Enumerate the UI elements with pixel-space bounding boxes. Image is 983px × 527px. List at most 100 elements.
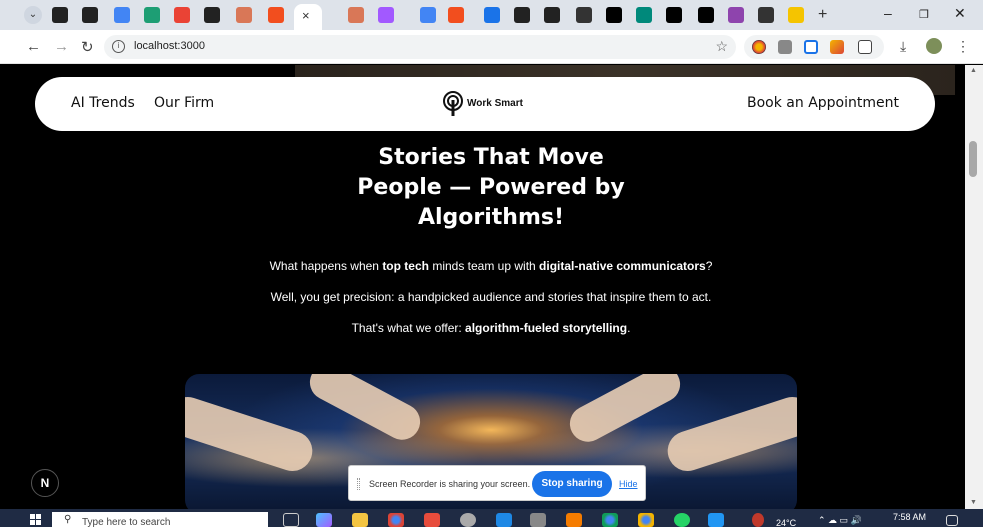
github-icon[interactable] (82, 7, 98, 23)
badge-icon[interactable] (788, 7, 804, 23)
close-window-button[interactable]: ✕ (954, 5, 966, 22)
figma-icon[interactable] (268, 7, 284, 23)
claude-icon[interactable] (236, 7, 252, 23)
taskbar-search[interactable]: ⚲ Type here to search (52, 512, 268, 527)
record-icon[interactable] (804, 40, 818, 54)
weather-icon[interactable] (752, 513, 764, 527)
task-view-icon[interactable] (283, 513, 299, 527)
google-icon[interactable] (420, 7, 436, 23)
scroll-down-icon[interactable]: ▼ (970, 499, 977, 506)
gmail-icon[interactable] (174, 7, 190, 23)
reload-button[interactable]: ↻ (81, 38, 94, 56)
image-icon[interactable] (484, 7, 500, 23)
shield-icon[interactable] (576, 7, 592, 23)
scroll-up-icon[interactable]: ▲ (970, 67, 977, 74)
settings-icon[interactable] (460, 513, 476, 527)
intro-paragraph-2: Well, you get precision: a handpicked au… (270, 290, 712, 304)
camera-icon[interactable] (778, 40, 792, 54)
kebab-menu-icon[interactable]: ⋮ (956, 38, 970, 55)
file-explorer-icon[interactable] (352, 513, 368, 527)
site-navbar: AI Trends Our Firm Work Smart Book an Ap… (35, 77, 935, 131)
nav-our-firm-link[interactable]: Our Firm (154, 95, 214, 111)
chatgpt-icon[interactable] (52, 7, 68, 23)
scroll-thumb[interactable] (969, 141, 977, 177)
headline-line-3: Algorithms! (417, 205, 565, 230)
p1-bold-communicators: digital-native communicators (539, 259, 706, 273)
forward-button[interactable]: → (54, 38, 69, 55)
taskbar-search-placeholder: Type here to search (82, 517, 171, 527)
github-icon[interactable] (204, 7, 220, 23)
drag-handle-icon[interactable] (357, 478, 360, 490)
bracket-icon[interactable] (728, 7, 744, 23)
tab-strip: ⌄ × + – ❐ ✕ (0, 0, 983, 30)
url-text[interactable]: localhost:3000 (134, 40, 205, 52)
app-icon[interactable] (708, 513, 724, 527)
close-icon[interactable]: × (302, 8, 310, 23)
chrome-icon[interactable] (638, 513, 654, 527)
tray-icons[interactable]: ⌃ ☁ ▭ 🔊 (818, 515, 862, 526)
meet-icon[interactable] (636, 7, 652, 23)
notifications-icon[interactable] (946, 515, 958, 526)
shield-icon[interactable] (758, 7, 774, 23)
new-tab-button[interactable]: + (818, 6, 827, 24)
claude-icon[interactable] (348, 7, 364, 23)
download-icon[interactable]: ⤓ (900, 38, 906, 55)
p1-text-e: ? (705, 259, 713, 273)
tab-active[interactable]: × (294, 4, 322, 30)
app-icon[interactable] (424, 513, 440, 527)
vscode-icon[interactable] (496, 513, 512, 527)
minimize-button[interactable]: – (884, 5, 892, 21)
p3-text-a: That's what we offer: (351, 321, 466, 335)
p3-text-c: . (627, 321, 631, 335)
avatar[interactable] (926, 38, 942, 54)
book-appointment-button[interactable]: Book an Appointment (747, 95, 899, 111)
logo-text: Work Smart (467, 98, 523, 109)
site-info-icon[interactable]: i (112, 40, 125, 53)
google-icon[interactable] (114, 7, 130, 23)
copilot-icon[interactable] (316, 513, 332, 527)
hide-link[interactable]: Hide (619, 479, 638, 489)
perplexity-icon[interactable] (144, 7, 160, 23)
windows-taskbar: ⚲ Type here to search 24°C ⌃ ☁ ▭ 🔊 7:58 … (0, 509, 983, 527)
puzzle-icon[interactable] (858, 40, 872, 54)
hand-shape (303, 374, 427, 447)
clock-time[interactable]: 7:58 AM (893, 512, 926, 522)
chatgpt-icon[interactable] (544, 7, 560, 23)
p1-text-c: minds team up with (428, 259, 540, 273)
intro-paragraph-1: What happens when top tech minds team up… (17, 259, 965, 273)
hand-shape (185, 391, 318, 477)
pen-icon[interactable] (830, 40, 844, 54)
postman-icon[interactable] (566, 513, 582, 527)
restore-button[interactable]: ❐ (919, 8, 929, 21)
windows-start-icon[interactable] (30, 514, 42, 526)
chrome-icon[interactable] (602, 513, 618, 527)
chatgpt-icon[interactable] (514, 7, 530, 23)
intro-paragraph-3: That's what we offer: algorithm-fueled s… (17, 321, 965, 335)
vercel-icon[interactable] (666, 7, 682, 23)
stop-sharing-button[interactable]: Stop sharing (532, 471, 612, 497)
bookmark-star-icon[interactable]: ☆ (715, 38, 728, 55)
temperature[interactable]: 24°C (776, 518, 796, 527)
page-headline: Stories That Move People — Powered by Al… (341, 143, 641, 233)
chevron-down-icon[interactable]: ⌄ (24, 6, 42, 24)
vercel-icon[interactable] (698, 7, 714, 23)
hand-shape (662, 391, 797, 477)
address-bar[interactable]: i localhost:3000 ☆ (104, 35, 736, 59)
figma-icon[interactable] (378, 7, 394, 23)
hand-shape (563, 374, 687, 449)
headline-line-2: People — Powered by (357, 175, 625, 200)
app-icon[interactable] (530, 513, 546, 527)
nav-ai-trends-link[interactable]: AI Trends (71, 95, 135, 111)
back-button[interactable]: ← (26, 38, 41, 55)
extensions-area (744, 35, 884, 59)
p1-bold-top-tech: top tech (382, 259, 429, 273)
nextjs-dev-badge[interactable]: N (31, 469, 59, 497)
chrome-icon[interactable] (388, 513, 404, 527)
vercel-icon[interactable] (606, 7, 622, 23)
chrome-extension-icon[interactable] (752, 40, 766, 54)
screen-share-message: Screen Recorder is sharing your screen. (369, 479, 531, 489)
page-scrollbar[interactable]: ▲ ▼ (965, 65, 983, 509)
figma-icon[interactable] (448, 7, 464, 23)
whatsapp-icon[interactable] (674, 513, 690, 527)
page-viewport: AI Trends Our Firm Work Smart Book an Ap… (17, 65, 965, 509)
